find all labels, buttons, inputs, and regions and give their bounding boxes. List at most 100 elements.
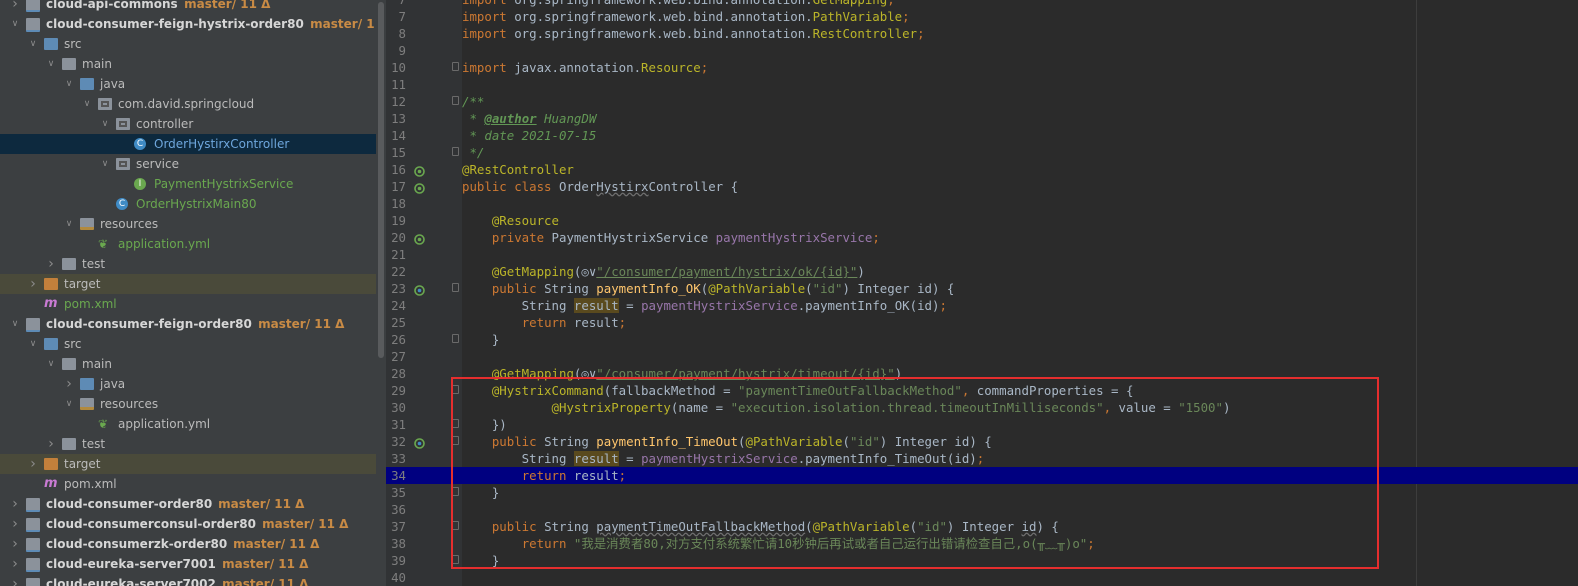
code-line[interactable]: 18 — [386, 195, 1578, 212]
chevron-down-icon[interactable]: ∨ — [100, 154, 110, 174]
chevron-right-icon[interactable]: › — [46, 254, 56, 274]
tree-row[interactable]: › cloud-api-commons master/ 11 Δ — [0, 0, 376, 14]
chevron-right-icon[interactable]: › — [10, 514, 20, 534]
code-line[interactable]: 12 /** — [386, 93, 1578, 110]
tree-row[interactable]: ∨ controller — [0, 114, 376, 134]
chevron-down-icon[interactable]: ∨ — [64, 394, 74, 414]
chevron-right-icon[interactable]: › — [10, 554, 20, 574]
tree-row[interactable]: ∨ cloud-consumer-feign-order80 master/ 11… — [0, 314, 376, 334]
code-line[interactable]: 10 import javax.annotation.Resource; — [386, 59, 1578, 76]
code-line[interactable]: 13 * @author HuangDW — [386, 110, 1578, 127]
tree-row[interactable]: ∨ java — [0, 74, 376, 94]
tree-row[interactable]: ❦ application.yml — [0, 414, 376, 434]
tree-row-label: OrderHystirxController — [154, 137, 290, 151]
tree-row[interactable]: ∨ main — [0, 354, 376, 374]
tree-row-label: cloud-consumer-order80 — [46, 497, 213, 511]
tree-row[interactable]: › java — [0, 374, 376, 394]
fold-marker-icon[interactable] — [452, 96, 459, 105]
code-line[interactable]: 24 String result = paymentHystrixService… — [386, 297, 1578, 314]
java-class-icon: C — [134, 138, 146, 150]
tree-row[interactable]: › target — [0, 274, 376, 294]
tree-row[interactable]: ∨ cloud-consumer-feign-hystrix-order80 ma… — [0, 14, 376, 34]
chevron-right-icon[interactable]: › — [10, 574, 20, 586]
tree-row[interactable]: › cloud-consumerconsul-order80 master/ 11… — [0, 514, 376, 534]
tree-row[interactable]: I PaymentHystrixService — [0, 174, 376, 194]
code-line[interactable]: 7 import org.springframework.web.bind.ann… — [386, 0, 1578, 8]
code-line[interactable]: 22 @GetMapping(◎∨"/consumer/payment/hyst… — [386, 263, 1578, 280]
tree-row[interactable]: › test — [0, 434, 376, 454]
web-endpoint-gutter-icon[interactable] — [414, 283, 425, 296]
chevron-down-icon[interactable]: ∨ — [64, 74, 74, 94]
fold-marker-icon[interactable] — [452, 147, 459, 156]
chevron-down-icon[interactable]: ∨ — [64, 214, 74, 234]
code-line[interactable]: 7 import org.springframework.web.bind.ann… — [386, 8, 1578, 25]
java-interface-icon: I — [134, 178, 146, 190]
tree-row[interactable]: › cloud-eureka-server7002 master/ 11 Δ — [0, 574, 376, 586]
code-line[interactable]: 8 import org.springframework.web.bind.ann… — [386, 25, 1578, 42]
chevron-down-icon[interactable]: ∨ — [10, 14, 20, 34]
module-folder-icon — [26, 538, 40, 552]
chevron-down-icon[interactable]: ∨ — [28, 34, 38, 54]
chevron-down-icon[interactable]: ∨ — [82, 94, 92, 114]
tree-row[interactable]: › cloud-consumer-order80 master/ 11 Δ — [0, 494, 376, 514]
code-line[interactable]: 9 — [386, 42, 1578, 59]
chevron-right-icon[interactable]: › — [64, 374, 74, 394]
code-line[interactable]: 16 @RestController — [386, 161, 1578, 178]
line-number: 37 — [391, 519, 406, 534]
chevron-down-icon[interactable]: ∨ — [46, 354, 56, 374]
code-line[interactable]: 20 private PaymentHystrixService payment… — [386, 229, 1578, 246]
tree-row[interactable]: ∨ resources — [0, 214, 376, 234]
chevron-right-icon[interactable]: › — [10, 0, 20, 14]
tree-row[interactable]: › test — [0, 254, 376, 274]
code-token: ; — [939, 298, 947, 313]
tree-row[interactable]: › target — [0, 454, 376, 474]
fold-marker-icon[interactable] — [452, 283, 459, 292]
tree-row[interactable]: ❦ application.yml — [0, 234, 376, 254]
code-line[interactable]: 14 * date 2021-07-15 — [386, 127, 1578, 144]
code-line[interactable]: 25 return result; — [386, 314, 1578, 331]
chevron-right-icon[interactable]: › — [46, 434, 56, 454]
chevron-right-icon[interactable]: › — [28, 274, 38, 294]
code-line[interactable]: 11 — [386, 76, 1578, 93]
fold-marker-icon[interactable] — [452, 334, 459, 343]
code-line[interactable]: 23 public String paymentInfo_OK (@PathVar… — [386, 280, 1578, 297]
tree-row[interactable]: › cloud-consumerzk-order80 master/ 11 Δ — [0, 534, 376, 554]
tree-row[interactable]: ∨ src — [0, 34, 376, 54]
folder-icon — [62, 58, 76, 70]
code-line[interactable]: 27 — [386, 348, 1578, 365]
tree-row[interactable]: m pom.xml — [0, 474, 376, 494]
line-number: 10 — [391, 60, 406, 75]
chevron-right-icon[interactable]: › — [28, 454, 38, 474]
project-tree-scrollbar[interactable] — [376, 0, 386, 586]
code-token: */ — [462, 145, 485, 160]
code-line[interactable]: 26 } — [386, 331, 1578, 348]
tree-row[interactable]: C OrderHystirxController — [0, 134, 376, 154]
tree-row[interactable]: › cloud-eureka-server7001 master/ 11 Δ — [0, 554, 376, 574]
tree-row[interactable]: C OrderHystrixMain80 — [0, 194, 376, 214]
spring-bean-gutter-icon[interactable] — [414, 181, 425, 194]
chevron-right-icon[interactable]: › — [10, 494, 20, 514]
spring-bean-gutter-icon[interactable] — [414, 164, 425, 177]
tree-row[interactable]: ∨ service — [0, 154, 376, 174]
chevron-down-icon[interactable]: ∨ — [46, 54, 56, 74]
web-endpoint-gutter-icon[interactable] — [414, 436, 425, 449]
chevron-down-icon[interactable]: ∨ — [100, 114, 110, 134]
fold-marker-icon[interactable] — [452, 62, 459, 71]
code-line[interactable]: 15 */ — [386, 144, 1578, 161]
tree-row[interactable]: ∨ src — [0, 334, 376, 354]
code-line[interactable]: 19 @Resource — [386, 212, 1578, 229]
tree-row[interactable]: ∨ resources — [0, 394, 376, 414]
chevron-down-icon[interactable]: ∨ — [28, 334, 38, 354]
code-line[interactable]: 21 — [386, 246, 1578, 263]
code-token: ; — [917, 26, 925, 41]
tree-row[interactable]: ∨ main — [0, 54, 376, 74]
chevron-down-icon[interactable]: ∨ — [10, 314, 20, 334]
code-line[interactable]: 40 — [386, 569, 1578, 586]
autowired-gutter-icon[interactable] — [414, 232, 425, 245]
chevron-right-icon[interactable]: › — [10, 534, 20, 554]
code-line[interactable]: 17 public class OrderHystirxController { — [386, 178, 1578, 195]
tree-row[interactable]: ∨ com.david.springcloud — [0, 94, 376, 114]
tree-row[interactable]: m pom.xml — [0, 294, 376, 314]
scrollbar-thumb[interactable] — [378, 2, 384, 358]
